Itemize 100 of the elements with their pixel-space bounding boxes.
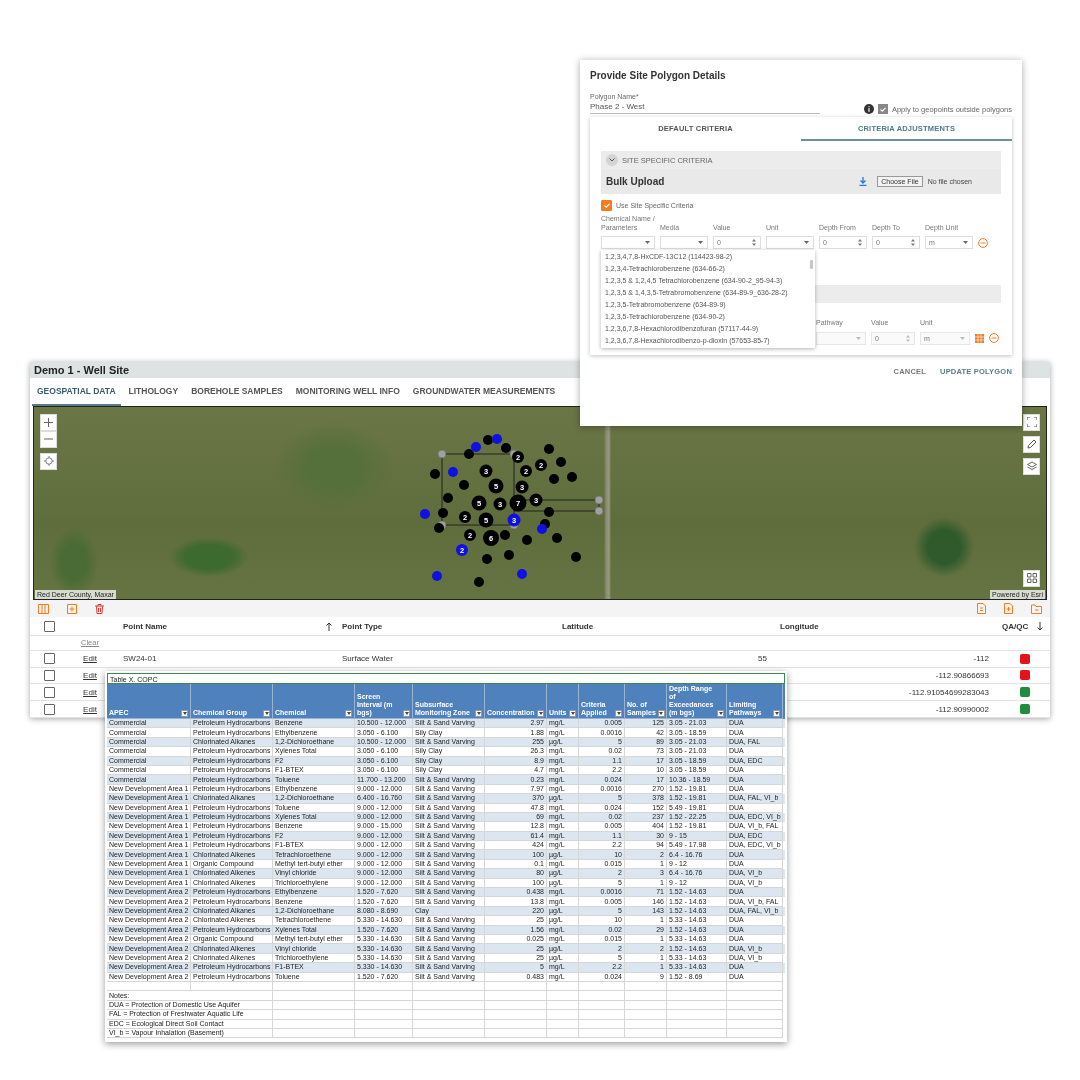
empty-cell: [625, 1028, 667, 1039]
tab[interactable]: BOREHOLE SAMPLES: [186, 378, 288, 406]
empty-cell: [485, 1028, 547, 1039]
empty-cell: [355, 1000, 413, 1011]
select-field[interactable]: [601, 236, 655, 249]
spinner-icon: [911, 239, 915, 246]
empty-cell: [485, 1010, 547, 1020]
empty-cell: [727, 1010, 783, 1020]
remove-icon[interactable]: [978, 237, 988, 248]
filter-dropdown-icon[interactable]: [569, 710, 576, 717]
empty-cell: [625, 1010, 667, 1020]
empty-cell: [625, 1019, 667, 1029]
caret-icon: [963, 241, 968, 244]
tab[interactable]: MONITORING WELL INFO: [290, 378, 405, 406]
checkbox[interactable]: [601, 200, 612, 211]
grid-icon[interactable]: [975, 333, 984, 343]
draw-button[interactable]: [1023, 435, 1040, 453]
checkbox[interactable]: [877, 104, 888, 114]
edit-link[interactable]: Edit: [83, 687, 97, 697]
column-header[interactable]: QA/QC: [1002, 621, 1029, 631]
filter-dropdown-icon[interactable]: [263, 710, 270, 717]
edit-link[interactable]: Edit: [83, 704, 97, 714]
empty-cell: [485, 1019, 547, 1029]
tab[interactable]: GROUNDWATER MEASUREMENTS: [407, 378, 561, 406]
filter-dropdown-icon[interactable]: [345, 710, 352, 717]
empty-cell: [727, 1000, 783, 1011]
filter-dropdown-icon[interactable]: [773, 710, 780, 717]
empty-cell: [485, 1000, 547, 1011]
empty-cell: [625, 1000, 667, 1011]
tab[interactable]: GEOSPATIAL DATA: [32, 378, 121, 406]
caret-icon: [645, 241, 650, 244]
spinner-icon: [752, 239, 756, 246]
sort-up-icon[interactable]: [326, 621, 332, 631]
caret-icon: [698, 241, 703, 244]
dialog-title: Provide Site Polygon Details: [590, 70, 727, 81]
filter-dropdown-icon[interactable]: [537, 710, 544, 717]
filter-dropdown-icon[interactable]: [403, 710, 410, 717]
remove-icon[interactable]: [989, 333, 999, 343]
caret-icon: [856, 336, 861, 340]
table-cell: -112.90866693: [935, 670, 989, 680]
check-icon: [603, 203, 610, 208]
chevron-icon[interactable]: [606, 154, 618, 166]
checkbox[interactable]: [44, 669, 55, 681]
table-cell: -112.90990002: [935, 704, 989, 714]
download-icon[interactable]: [859, 177, 868, 186]
caret-icon: [804, 241, 809, 244]
table-cell: Surface Water: [342, 654, 393, 664]
plus-icon: [44, 417, 53, 427]
expand-icon: [1026, 417, 1037, 428]
checkbox[interactable]: [44, 686, 55, 698]
empty-cell: [579, 991, 625, 1001]
sort-down-icon[interactable]: [1037, 621, 1043, 631]
filter-dropdown-icon[interactable]: [181, 710, 188, 717]
empty-cell: [413, 1028, 485, 1039]
empty-cell: [579, 1000, 625, 1011]
pencil-icon: [1026, 439, 1037, 450]
empty-cell: [727, 1019, 783, 1029]
bulk-upload-title: Bulk Upload: [606, 176, 665, 187]
edit-link[interactable]: Edit: [83, 654, 97, 664]
basemap-button[interactable]: [1023, 569, 1040, 587]
filter-dropdown-icon[interactable]: [615, 710, 622, 717]
fullscreen-button[interactable]: [1023, 413, 1040, 431]
checkbox[interactable]: [44, 703, 55, 715]
minus-icon: [44, 438, 53, 441]
empty-cell: [355, 1019, 413, 1029]
tab[interactable]: LITHOLOGY: [123, 378, 184, 406]
empty-cell: [727, 991, 783, 1001]
layers-button[interactable]: [1023, 457, 1040, 475]
column-header[interactable]: Point Name: [123, 621, 167, 631]
select-field[interactable]: [816, 331, 866, 345]
filter-dropdown-icon[interactable]: [717, 710, 724, 717]
empty-cell: [667, 1010, 727, 1020]
edit-link[interactable]: Edit: [83, 670, 97, 680]
spinner-icon: [858, 239, 862, 246]
empty-cell: [413, 991, 485, 1001]
empty-cell: [667, 1019, 727, 1029]
empty-cell: [667, 1000, 727, 1011]
select-field[interactable]: [766, 236, 814, 249]
empty-cell: [413, 1000, 485, 1011]
caret-icon: [960, 336, 965, 340]
checkbox[interactable]: [44, 653, 55, 665]
empty-cell: [579, 1010, 625, 1020]
trash-icon[interactable]: [95, 603, 104, 614]
empty-cell: [547, 991, 579, 1001]
info-icon[interactable]: [863, 104, 874, 114]
select-field[interactable]: [660, 236, 708, 249]
empty-cell: [579, 1028, 625, 1039]
empty-cell: [547, 1010, 579, 1020]
column-header[interactable]: Point Type: [342, 621, 383, 631]
column-header[interactable]: Latitude: [562, 621, 594, 631]
empty-cell: [413, 1019, 485, 1029]
filter-dropdown-icon[interactable]: [657, 710, 665, 717]
empty-cell: [579, 1019, 625, 1029]
filter-dropdown-icon[interactable]: [475, 710, 482, 717]
zoom-in-button[interactable]: [40, 413, 57, 431]
scrollbar[interactable]: [810, 260, 813, 269]
column-header[interactable]: Longitude: [780, 621, 819, 631]
empty-cell: [355, 1010, 413, 1020]
locate-button[interactable]: [40, 452, 57, 470]
checkbox[interactable]: [44, 620, 55, 632]
